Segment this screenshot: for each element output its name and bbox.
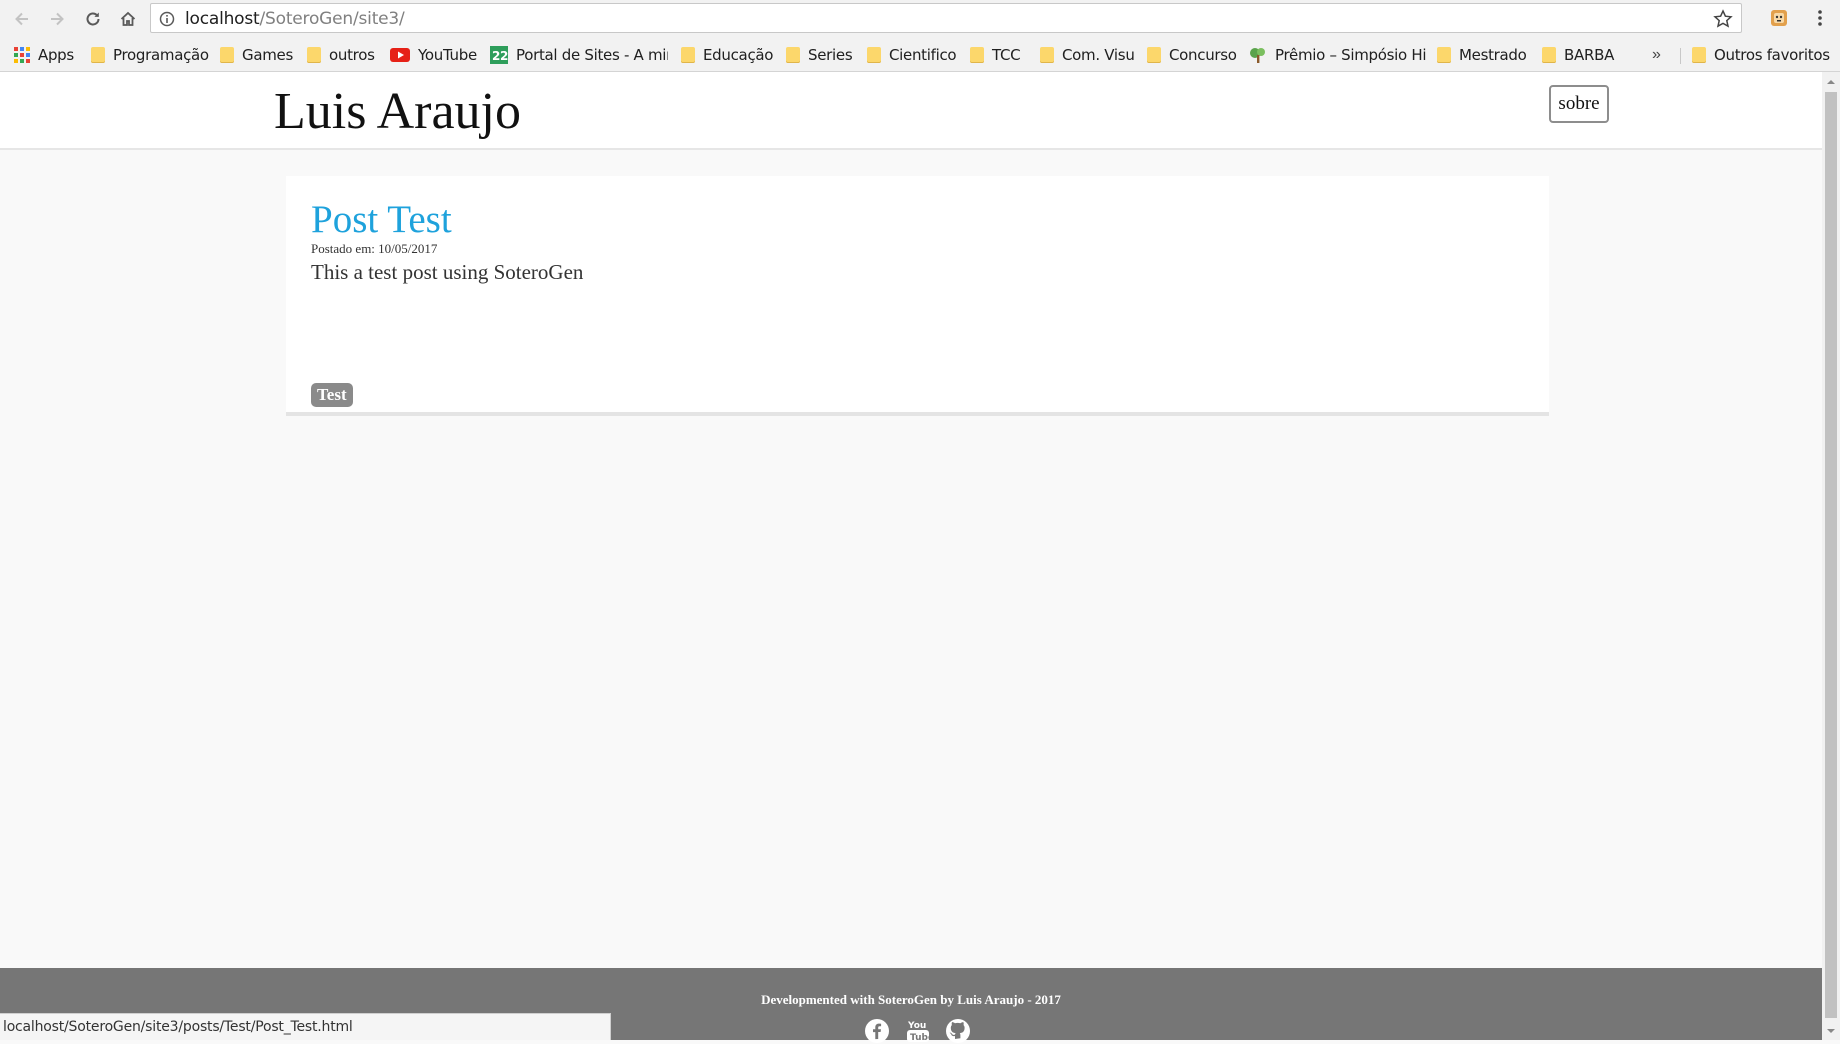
browser-status-bar: localhost/SoteroGen/site3/posts/Test/Pos…	[0, 1013, 611, 1040]
bookmark-games[interactable]: Games	[220, 45, 293, 65]
folder-icon	[970, 47, 984, 63]
folder-icon	[1542, 47, 1556, 63]
apps-grid-icon	[14, 47, 30, 63]
browser-toolbar: localhost/SoteroGen/site3/	[0, 0, 1840, 38]
folder-icon	[1040, 47, 1054, 63]
bookmark-label: Outros favoritos	[1714, 46, 1830, 64]
bookmark-series[interactable]: Series	[786, 45, 853, 65]
post-tag[interactable]: Test	[311, 383, 353, 407]
folder-icon	[1692, 47, 1706, 63]
forward-arrow-icon	[51, 12, 64, 26]
bookmark-apps[interactable]: Apps	[14, 45, 74, 65]
bookmark-label: outros	[329, 46, 375, 64]
folder-icon	[1437, 47, 1451, 63]
footer-credits: Developmented with SoteroGen by Luis Ara…	[761, 992, 1061, 1007]
reload-button[interactable]	[80, 6, 106, 32]
bookmark-label: Series	[808, 46, 853, 64]
post-card: Post Test Postado em: 10/05/2017 This a …	[286, 176, 1549, 416]
back-button[interactable]	[9, 6, 35, 32]
youtube-icon[interactable]: You Tube	[905, 1018, 931, 1044]
bookmark-mestrado[interactable]: Mestrado	[1437, 45, 1527, 65]
bookmark-cientifico[interactable]: Cientifico	[867, 45, 957, 65]
site-header: Luis Araujo sobre	[0, 72, 1822, 150]
address-bar[interactable]: localhost/SoteroGen/site3/	[150, 3, 1742, 33]
about-button[interactable]: sobre	[1549, 85, 1609, 123]
bookmark-label: BARBA	[1564, 46, 1615, 64]
url-path: /SoteroGen/site3/	[259, 9, 405, 29]
bookmark-label: Portal de Sites - A mir	[516, 46, 668, 64]
home-button[interactable]	[115, 6, 141, 32]
site-title[interactable]: Luis Araujo	[274, 82, 521, 141]
bookmark-educacao[interactable]: Educação	[681, 45, 773, 65]
bookmark-label: Mestrado	[1459, 46, 1527, 64]
bookmark-portal-de-sites[interactable]: 22 Portal de Sites - A mir	[490, 45, 668, 65]
bookmark-outros-favoritos[interactable]: Outros favoritos	[1692, 45, 1830, 65]
bookmark-concurso[interactable]: Concurso	[1147, 45, 1237, 65]
forward-button[interactable]	[44, 6, 70, 32]
reload-icon	[86, 12, 100, 26]
bookmark-tcc[interactable]: TCC	[970, 45, 1021, 65]
extension-icon[interactable]	[1769, 8, 1789, 28]
bookmark-com-visu[interactable]: Com. Visu	[1040, 45, 1135, 65]
url-text[interactable]: localhost/SoteroGen/site3/	[185, 9, 405, 29]
folder-icon	[307, 47, 321, 63]
post-excerpt: This a test post using SoteroGen	[311, 260, 584, 284]
facebook-icon[interactable]	[864, 1018, 890, 1044]
browser-menu-icon[interactable]	[1812, 8, 1828, 28]
folder-icon	[681, 47, 695, 63]
bookmark-label: Prêmio – Simpósio Hi	[1275, 46, 1427, 64]
post-date: Postado em: 10/05/2017	[311, 241, 438, 256]
bookmark-label: Cientifico	[889, 46, 957, 64]
bookmark-star-icon[interactable]	[1713, 9, 1733, 29]
folder-icon	[867, 47, 881, 63]
folder-icon	[220, 47, 234, 63]
bookmark-label: Apps	[38, 46, 74, 64]
portal-icon: 22	[490, 46, 508, 64]
bookmark-youtube[interactable]: YouTube	[390, 45, 477, 65]
bookmark-barba[interactable]: BARBA	[1542, 45, 1614, 65]
url-host: localhost	[185, 9, 260, 29]
svg-text:22: 22	[492, 49, 508, 63]
youtube-icon	[390, 48, 410, 62]
bookmark-label: Educação	[703, 46, 774, 64]
bookmark-label: Programação	[113, 46, 209, 64]
bookmark-programacao[interactable]: Programação	[91, 45, 209, 65]
folder-icon	[786, 47, 800, 63]
scroll-up-arrow-icon[interactable]	[1826, 77, 1836, 87]
post-title-link[interactable]: Post Test	[311, 197, 452, 242]
svg-text:You: You	[907, 1021, 926, 1031]
tree-icon	[1250, 48, 1265, 63]
bookmark-premio-simposio[interactable]: Prêmio – Simpósio Hi	[1249, 45, 1427, 65]
back-arrow-icon	[15, 12, 28, 26]
scrollbar-thumb[interactable]	[1825, 92, 1837, 1018]
bookmarks-overflow-button[interactable]: »	[1652, 46, 1661, 64]
home-icon	[120, 11, 136, 26]
bookmark-label: TCC	[992, 46, 1021, 64]
svg-text:Tube: Tube	[910, 1033, 931, 1043]
info-icon[interactable]	[159, 11, 175, 27]
folder-icon	[1147, 47, 1161, 63]
bookmark-label: Com. Visu	[1062, 46, 1135, 64]
bookmark-label: YouTube	[418, 46, 477, 64]
bookmarks-bar: Apps Programação Games outros YouTube 22…	[0, 38, 1840, 72]
bookmark-outros[interactable]: outros	[307, 45, 375, 65]
github-icon[interactable]	[945, 1018, 971, 1044]
scroll-down-arrow-icon[interactable]	[1826, 1026, 1836, 1036]
page-scrollbar[interactable]	[1822, 72, 1840, 1040]
bookmark-label: Concurso	[1169, 46, 1237, 64]
bookmarks-separator	[1680, 48, 1681, 64]
bookmark-label: Games	[242, 46, 293, 64]
folder-icon	[91, 47, 105, 63]
